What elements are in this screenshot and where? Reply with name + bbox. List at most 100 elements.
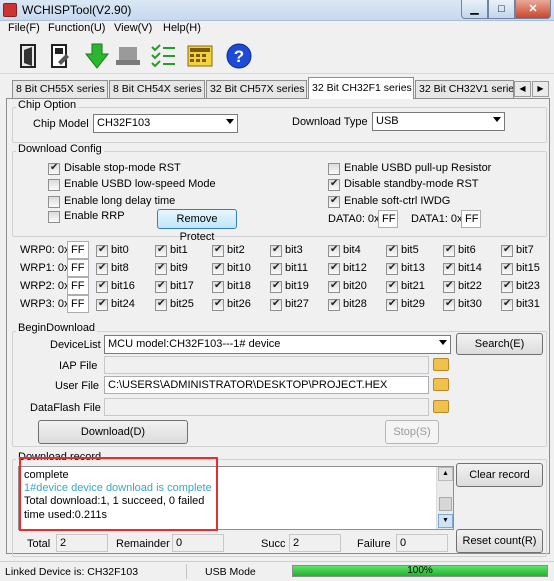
- wrp-bit-checkbox[interactable]: [155, 298, 167, 311]
- data1-field[interactable]: FF: [461, 210, 481, 228]
- close-button[interactable]: ✕: [515, 0, 551, 19]
- total-value: 2: [56, 534, 108, 552]
- user-file-field[interactable]: C:\USERS\ADMINISTRATOR\DESKTOP\PROJECT.H…: [104, 376, 429, 394]
- search-button[interactable]: Search(E): [456, 333, 543, 355]
- iap-file-field[interactable]: [104, 356, 429, 374]
- toolbar: ?: [0, 38, 554, 74]
- wrp-bit-checkbox[interactable]: [96, 298, 108, 311]
- tab-ch55x[interactable]: 8 Bit CH55X series: [12, 80, 108, 98]
- iap-file-label: IAP File: [59, 360, 98, 372]
- open-config-icon[interactable]: [15, 42, 43, 70]
- device-icon[interactable]: [114, 42, 142, 70]
- tab-ch54x[interactable]: 8 Bit CH54X series: [109, 80, 205, 98]
- tab-ch32f1[interactable]: 32 Bit CH32F1 series: [308, 77, 414, 99]
- wrp-bit-checkbox[interactable]: [96, 280, 108, 293]
- config-checkbox[interactable]: [328, 178, 340, 191]
- download-button[interactable]: Download(D): [38, 420, 188, 444]
- folder-icon[interactable]: [433, 358, 449, 371]
- user-file-label: User File: [55, 380, 100, 392]
- wrp-bit-checkbox[interactable]: [270, 262, 282, 275]
- wrp-bit-checkbox[interactable]: [328, 298, 340, 311]
- scroll-up-icon[interactable]: ▲: [438, 467, 453, 481]
- usb-mode-status: USB Mode: [205, 566, 256, 578]
- wrp-bit-checkbox[interactable]: [328, 262, 340, 275]
- wrp-bit-checkbox[interactable]: [443, 280, 455, 293]
- wrp-bit-checkbox[interactable]: [386, 262, 398, 275]
- tab-scroll-left-icon[interactable]: ◀: [514, 81, 531, 97]
- tab-ch32v1[interactable]: 32 Bit CH32V1 serie: [415, 80, 514, 98]
- save-config-icon[interactable]: [46, 42, 74, 70]
- wrp-value-field[interactable]: FF: [67, 259, 89, 277]
- wrp-bit-checkbox[interactable]: [328, 280, 340, 293]
- device-list-select[interactable]: MCU model:CH32F103---1# device: [104, 335, 451, 354]
- wrp-bit-label: bit1: [170, 244, 188, 256]
- calculator-icon[interactable]: [186, 42, 214, 70]
- progress-text: 100%: [407, 565, 433, 576]
- config-checkbox[interactable]: [48, 211, 60, 223]
- dataflash-file-field[interactable]: [104, 398, 429, 416]
- wrp-bit-checkbox[interactable]: [270, 298, 282, 311]
- stop-button[interactable]: Stop(S): [385, 420, 439, 444]
- wrp-bit-checkbox[interactable]: [96, 244, 108, 257]
- clear-record-button[interactable]: Clear record: [456, 463, 543, 487]
- help-icon[interactable]: ?: [225, 42, 253, 70]
- wrp-bit-checkbox[interactable]: [212, 280, 224, 293]
- data0-field[interactable]: FF: [378, 210, 398, 228]
- tab-scroll-right-icon[interactable]: ▶: [532, 81, 549, 97]
- wrp-bit-checkbox[interactable]: [386, 298, 398, 311]
- minimize-button[interactable]: ▁: [461, 0, 488, 19]
- config-checkbox[interactable]: [48, 179, 60, 191]
- wrp-bit-checkbox[interactable]: [501, 244, 513, 257]
- batch-list-icon[interactable]: [150, 42, 178, 70]
- wrp-bit-checkbox[interactable]: [96, 262, 108, 275]
- config-checkbox[interactable]: [328, 163, 340, 175]
- failure-value: 0: [396, 534, 448, 552]
- menu-file[interactable]: File(F): [8, 22, 40, 34]
- wrp-value-field[interactable]: FF: [67, 295, 89, 313]
- wrp-bit-checkbox[interactable]: [501, 280, 513, 293]
- wrp-bit-checkbox[interactable]: [386, 244, 398, 257]
- wrp-bit-checkbox[interactable]: [270, 244, 282, 257]
- wrp-bit-checkbox[interactable]: [386, 280, 398, 293]
- wrp-bit-checkbox[interactable]: [270, 280, 282, 293]
- wrp-bit-checkbox[interactable]: [443, 262, 455, 275]
- wrp-bit-checkbox[interactable]: [443, 244, 455, 257]
- tab-ch57x[interactable]: 32 Bit CH57X series: [206, 80, 307, 98]
- scroll-down-icon[interactable]: ▼: [438, 514, 453, 528]
- download-type-value: USB: [376, 115, 399, 127]
- wrp-value-field[interactable]: FF: [67, 277, 89, 295]
- config-checkbox[interactable]: [48, 162, 60, 175]
- title-bar: WCHISPTool(V2.90) ▁ □ ✕: [0, 0, 554, 21]
- wrp-bit-checkbox[interactable]: [212, 298, 224, 311]
- wrp-bit-checkbox[interactable]: [501, 298, 513, 311]
- wrp-bit-checkbox[interactable]: [328, 244, 340, 257]
- download-type-select[interactable]: USB: [372, 112, 505, 131]
- wrp-bit-checkbox[interactable]: [155, 262, 167, 275]
- wrp-value-field[interactable]: FF: [67, 241, 89, 259]
- wrp-bit-checkbox[interactable]: [212, 244, 224, 257]
- maximize-button[interactable]: □: [488, 0, 515, 19]
- wrp-label: WRP1: 0x: [20, 262, 70, 274]
- download-type-label: Download Type: [292, 116, 368, 128]
- folder-icon[interactable]: [433, 400, 449, 413]
- wrp-bit-checkbox[interactable]: [212, 262, 224, 275]
- wrp-bit-label: bit2: [227, 244, 245, 256]
- reset-count-button[interactable]: Reset count(R): [456, 529, 543, 553]
- scroll-thumb[interactable]: [439, 497, 452, 511]
- wrp-bit-checkbox[interactable]: [501, 262, 513, 275]
- menu-view[interactable]: View(V): [114, 22, 152, 34]
- log-scrollbar[interactable]: ▲ ▼: [436, 467, 453, 529]
- wrp-bit-checkbox[interactable]: [443, 298, 455, 311]
- wrp-bit-checkbox[interactable]: [155, 244, 167, 257]
- config-checkbox[interactable]: [328, 195, 340, 208]
- download-arrow-icon[interactable]: [83, 42, 111, 70]
- config-option-label: Disable standby-mode RST: [344, 178, 479, 190]
- menu-help[interactable]: Help(H): [163, 22, 201, 34]
- config-checkbox[interactable]: [48, 196, 60, 208]
- folder-icon[interactable]: [433, 378, 449, 391]
- succ-label: Succ: [261, 538, 286, 550]
- chip-model-select[interactable]: CH32F103: [93, 114, 238, 133]
- remove-protect-button[interactable]: Remove Protect: [157, 209, 237, 243]
- menu-function[interactable]: Function(U): [48, 22, 105, 34]
- wrp-bit-checkbox[interactable]: [155, 280, 167, 293]
